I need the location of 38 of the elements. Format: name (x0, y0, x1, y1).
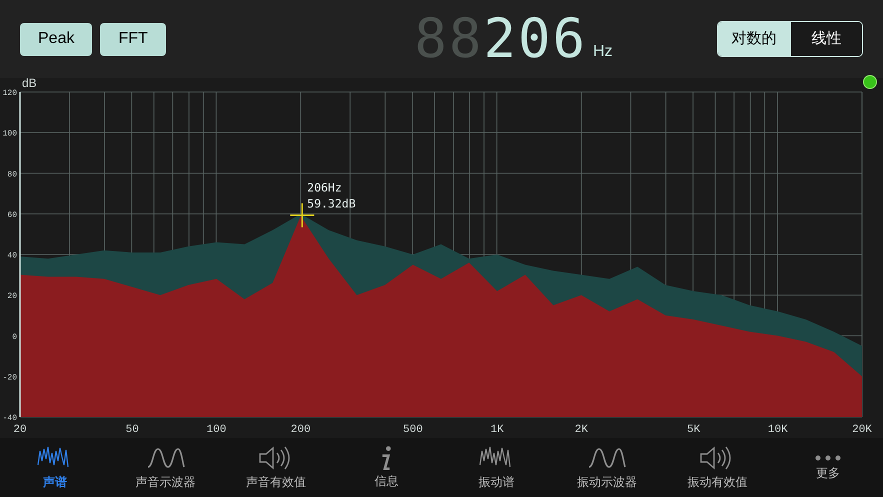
y-tick-label: 60 (7, 210, 17, 220)
y-tick-label: 80 (7, 170, 17, 180)
cursor-readout: 206Hz (307, 180, 342, 194)
x-tick-label: 20 (13, 424, 27, 436)
bottom-tab[interactable]: 信息 (331, 438, 442, 497)
bottom-tab[interactable]: 振动示波器 (552, 438, 662, 497)
bottom-tab[interactable]: 振动谱 (442, 438, 552, 497)
x-tick-label: 2K (574, 424, 588, 436)
y-tick-label: -20 (2, 373, 17, 382)
bottom-tab[interactable]: 声谱 (0, 438, 110, 497)
x-tick-label: 50 (126, 424, 139, 436)
bottom-tab[interactable]: 声音有效值 (220, 438, 332, 497)
axis-title: dB (22, 78, 37, 90)
x-tick-label: 100 (206, 424, 226, 436)
mode-button[interactable]: FFT (100, 22, 166, 56)
x-tick-label: 1K (490, 424, 504, 436)
cursor-readout: 59.32dB (307, 196, 356, 210)
x-tick-label: 20K (852, 424, 872, 436)
bottom-tab[interactable]: 更多 (772, 438, 883, 497)
dots-icon (814, 454, 842, 462)
bottom-tab[interactable]: 振动有效值 (662, 438, 773, 497)
y-tick-label: 120 (2, 89, 17, 98)
unit-label: Hz (593, 42, 613, 62)
scale-tab[interactable]: 线性 (790, 22, 862, 56)
frequency-readout: 206 (483, 12, 587, 66)
x-tick-label: 5K (687, 424, 700, 436)
x-tick-label: 200 (290, 424, 311, 436)
y-tick-label: 20 (7, 292, 17, 302)
y-tick-label: -40 (2, 414, 17, 423)
mode-button[interactable]: Peak (20, 22, 92, 56)
y-tick-label: 40 (7, 252, 17, 260)
x-tick-label: 10K (768, 424, 788, 436)
info-icon (380, 445, 392, 470)
bottom-tab[interactable]: 声音示波器 (110, 438, 221, 497)
y-tick-label: 100 (2, 130, 17, 139)
scale-tab[interactable]: 对数的 (718, 22, 790, 56)
x-tick-label: 500 (403, 424, 423, 436)
y-tick-label: 0 (12, 332, 17, 342)
